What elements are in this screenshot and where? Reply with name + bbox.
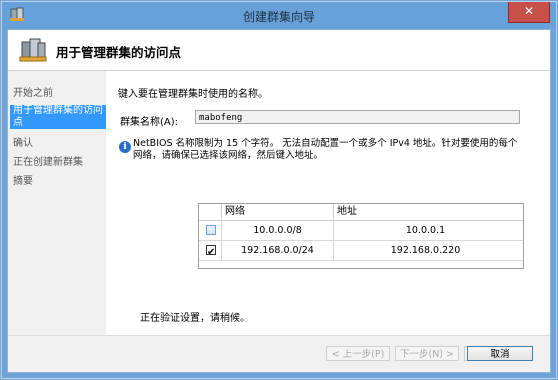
nav-step-before-you-begin[interactable]: 开始之前: [10, 88, 106, 100]
wizard-content: 键入要在管理群集时使用的名称。 群集名称(A): mabofeng i NetB…: [106, 71, 550, 336]
page-title: 用于管理群集的访问点: [56, 45, 182, 60]
nav-step-creating-cluster[interactable]: 正在创建新群集: [10, 157, 106, 169]
network-checkbox[interactable]: [206, 225, 216, 235]
address-cell[interactable]: 192.168.0.220: [334, 241, 517, 260]
cluster-name-input[interactable]: mabofeng: [195, 110, 520, 124]
network-checkbox[interactable]: [206, 243, 216, 262]
wizard-footer: < 上一步(P) 下一步(N) > 取消: [8, 335, 550, 372]
network-cell: 10.0.0.0/8: [222, 221, 334, 240]
network-address-grid: 网络 地址 10.0.0.0/8 10.0.0.1 192.168.0.0/24…: [198, 203, 524, 269]
wizard-client-area: 用于管理群集的访问点 开始之前 用于管理群集的访问点 确认 正在创建新群集 摘要…: [7, 29, 551, 373]
nav-step-access-point[interactable]: 用于管理群集的访问点: [10, 105, 106, 129]
table-row[interactable]: 192.168.0.0/24 192.168.0.220: [199, 241, 523, 262]
grid-header-checkbox-col: [199, 204, 222, 220]
cancel-button[interactable]: 取消: [467, 346, 533, 361]
grid-header-address[interactable]: 地址: [334, 204, 517, 220]
instruction-text: 键入要在管理群集时使用的名称。: [118, 89, 268, 100]
info-icon: i: [119, 141, 131, 153]
grid-header-network[interactable]: 网络: [222, 204, 334, 220]
nav-step-confirmation[interactable]: 确认: [10, 138, 106, 150]
cluster-server-icon: [19, 38, 47, 62]
previous-button[interactable]: < 上一步(P): [326, 346, 390, 361]
network-cell: 192.168.0.0/24: [222, 241, 334, 260]
grid-header: 网络 地址: [199, 204, 523, 221]
next-button[interactable]: 下一步(N) >: [395, 346, 459, 361]
wizard-window: 创建群集向导 ✕ 用于管理群集的访问点 开始之前 用于管理群集的访问点 确认 正…: [0, 0, 558, 380]
close-button[interactable]: ✕: [508, 2, 550, 23]
wizard-header: 用于管理群集的访问点: [8, 30, 550, 71]
row-checkbox-cell: [199, 221, 222, 240]
cluster-name-label: 群集名称(A):: [120, 117, 179, 128]
row-checkbox-cell: [199, 241, 222, 262]
table-row[interactable]: 10.0.0.0/8 10.0.0.1: [199, 221, 523, 241]
window-title: 创建群集向导: [242, 10, 315, 24]
wizard-steps-nav: 开始之前 用于管理群集的访问点 确认 正在创建新群集 摘要: [8, 71, 106, 336]
status-text: 正在验证设置，请稍候。: [140, 313, 250, 324]
title-bar[interactable]: 创建群集向导 ✕: [2, 2, 556, 29]
info-message: NetBIOS 名称限制为 15 个字符。 无法自动配置一个或多个 IPv4 地…: [133, 138, 518, 161]
address-cell[interactable]: 10.0.0.1: [334, 221, 517, 240]
nav-step-summary[interactable]: 摘要: [10, 176, 106, 188]
